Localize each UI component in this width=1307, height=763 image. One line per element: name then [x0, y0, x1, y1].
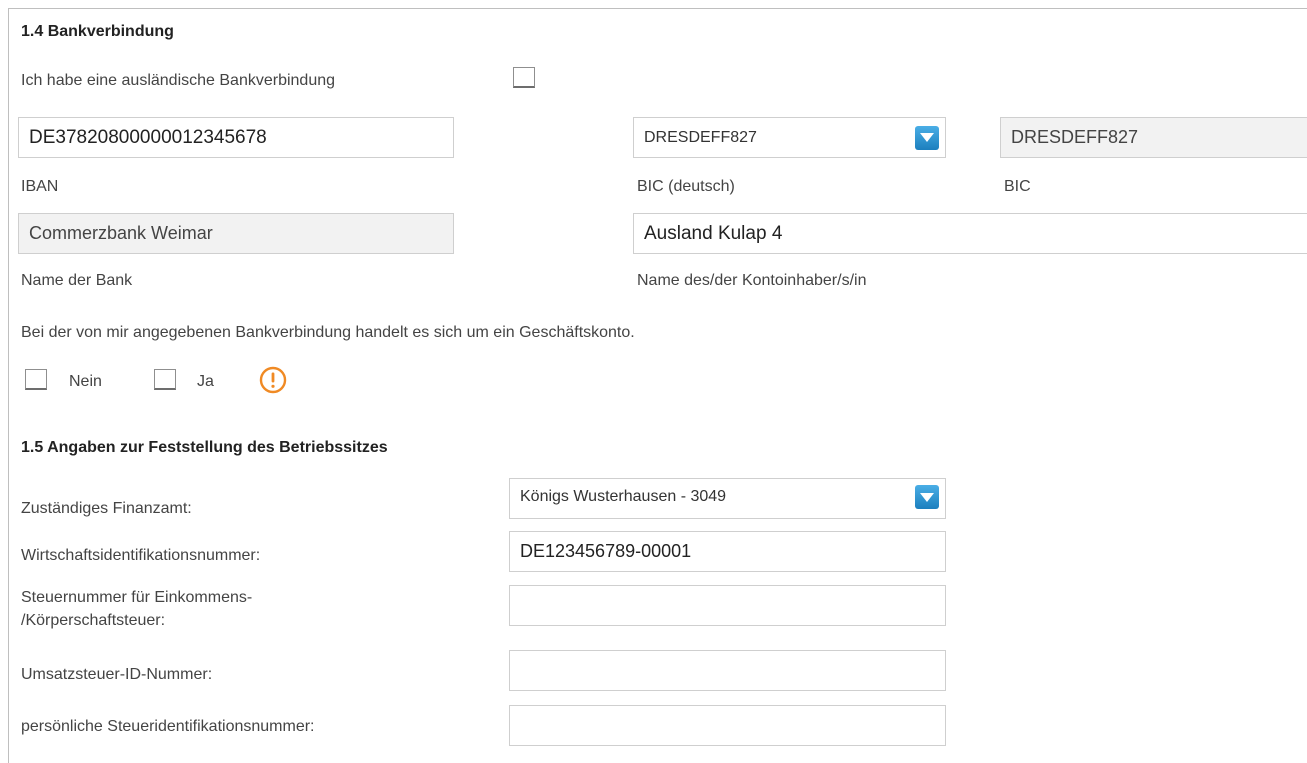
- bank-name-field: Commerzbank Weimar: [18, 213, 454, 254]
- tax-number-input[interactable]: [509, 585, 946, 626]
- tax-number-label-line1: Steuernummer für Einkommens-: [21, 589, 253, 606]
- foreign-bank-label: Ich habe eine ausländische Bankverbindun…: [21, 72, 336, 89]
- account-holder-label: Name des/der Kontoinhaber/s/in: [637, 272, 867, 289]
- vat-id-label: Umsatzsteuer-ID-Nummer:: [21, 666, 213, 683]
- business-yes-checkbox[interactable]: [154, 369, 176, 390]
- iban-label: IBAN: [21, 178, 59, 195]
- bic-label: BIC: [1004, 178, 1031, 195]
- business-yes-label: Ja: [197, 373, 214, 390]
- chevron-down-icon[interactable]: [915, 125, 939, 150]
- foreign-bank-checkbox[interactable]: [513, 67, 535, 88]
- bank-name-label: Name der Bank: [21, 272, 133, 289]
- business-no-checkbox[interactable]: [25, 369, 47, 390]
- business-no-label: Nein: [69, 373, 102, 390]
- wid-label: Wirtschaftsidentifikationsnummer:: [21, 547, 261, 564]
- bic-de-value: DRESDEFF827: [644, 128, 757, 146]
- wid-input[interactable]: DE123456789-00001: [509, 531, 946, 572]
- bic-readonly-field: DRESDEFF827: [1000, 117, 1307, 158]
- personal-tax-id-label: persönliche Steueridentifikationsnummer:: [21, 718, 315, 735]
- vat-id-input[interactable]: [509, 650, 946, 691]
- tax-office-label: Zuständiges Finanzamt:: [21, 500, 192, 517]
- account-holder-input[interactable]: Ausland Kulap 4: [633, 213, 1307, 254]
- tax-office-value: Königs Wusterhausen - 3049: [520, 488, 727, 505]
- section-heading-bank: 1.4 Bankverbindung: [21, 23, 174, 40]
- section-heading-seat: 1.5 Angaben zur Feststellung des Betrieb…: [21, 439, 388, 456]
- business-account-question: Bei der von mir angegebenen Bankverbindu…: [21, 324, 635, 341]
- iban-input[interactable]: DE37820800000012345678: [18, 117, 454, 158]
- personal-tax-id-input[interactable]: [509, 705, 946, 746]
- bic-de-select[interactable]: DRESDEFF827: [633, 117, 946, 158]
- tax-office-select[interactable]: Königs Wusterhausen - 3049: [509, 478, 946, 519]
- bic-de-label: BIC (deutsch): [637, 178, 735, 195]
- chevron-down-icon[interactable]: [915, 485, 939, 509]
- exclamation-circle-icon[interactable]: [259, 366, 287, 399]
- tax-number-label-line2: /Körperschaftsteuer:: [21, 612, 166, 629]
